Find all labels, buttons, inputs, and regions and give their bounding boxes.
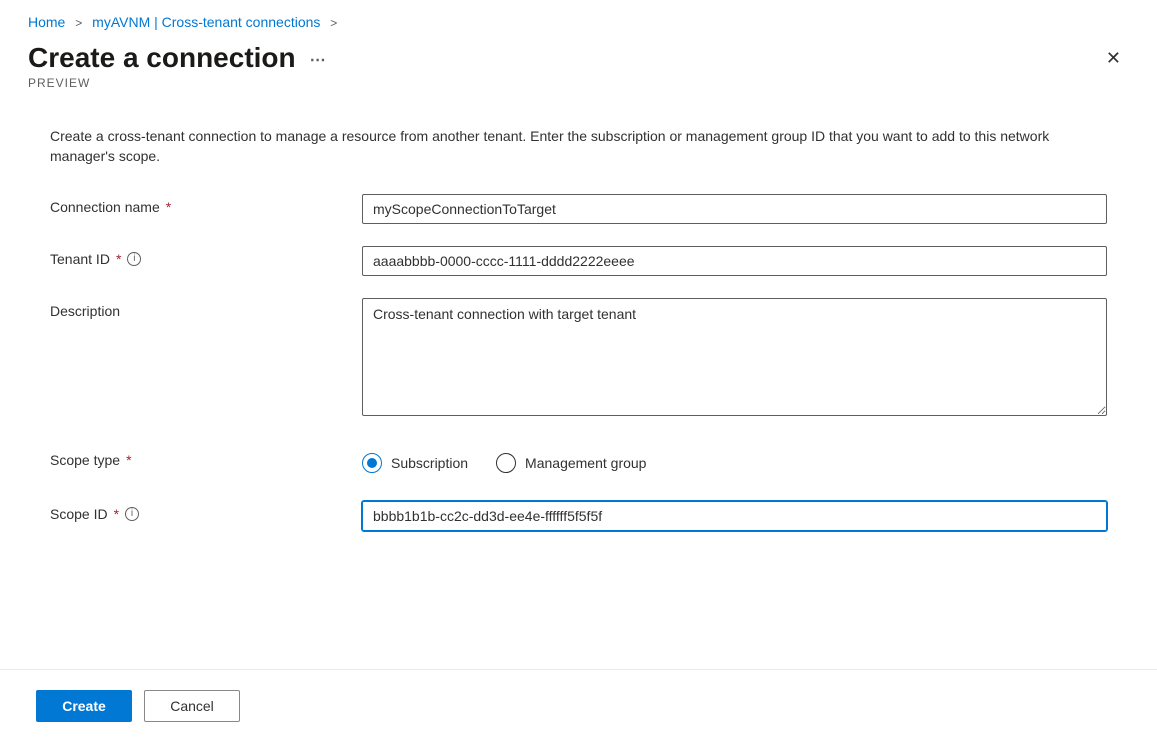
- footer: Create Cancel: [0, 669, 1157, 742]
- radio-subscription-label: Subscription: [391, 455, 468, 471]
- close-icon[interactable]: ✕: [1106, 42, 1129, 69]
- required-asterisk: *: [126, 452, 131, 468]
- chevron-right-icon: >: [75, 16, 82, 30]
- breadcrumb: Home > myAVNM | Cross-tenant connections…: [0, 0, 1157, 38]
- scope-id-input[interactable]: [362, 501, 1107, 531]
- info-icon[interactable]: i: [125, 507, 139, 521]
- label-connection-name: Connection name: [50, 199, 160, 215]
- row-tenant-id: Tenant ID * i: [50, 246, 1107, 276]
- radio-subscription[interactable]: Subscription: [362, 453, 468, 473]
- chevron-right-icon: >: [330, 16, 337, 30]
- required-asterisk: *: [166, 199, 171, 215]
- radio-selected-icon: [362, 453, 382, 473]
- required-asterisk: *: [116, 251, 121, 267]
- form-content: Create a cross-tenant connection to mana…: [0, 90, 1157, 531]
- row-connection-name: Connection name *: [50, 194, 1107, 224]
- page-header: Create a connection ⋯ PREVIEW ✕: [0, 38, 1157, 90]
- page-title: Create a connection: [28, 42, 296, 74]
- more-icon[interactable]: ⋯: [310, 47, 327, 69]
- label-description: Description: [50, 303, 120, 319]
- tenant-id-input[interactable]: [362, 246, 1107, 276]
- required-asterisk: *: [114, 506, 119, 522]
- intro-text: Create a cross-tenant connection to mana…: [50, 126, 1107, 166]
- connection-name-input[interactable]: [362, 194, 1107, 224]
- radio-management-group[interactable]: Management group: [496, 453, 646, 473]
- breadcrumb-parent[interactable]: myAVNM | Cross-tenant connections: [92, 14, 320, 30]
- row-scope-id: Scope ID * i: [50, 501, 1107, 531]
- row-scope-type: Scope type * Subscription Management gro…: [50, 447, 1107, 473]
- radio-unselected-icon: [496, 453, 516, 473]
- description-input[interactable]: Cross-tenant connection with target tena…: [362, 298, 1107, 416]
- create-button[interactable]: Create: [36, 690, 132, 722]
- label-tenant-id: Tenant ID: [50, 251, 110, 267]
- info-icon[interactable]: i: [127, 252, 141, 266]
- radio-management-group-label: Management group: [525, 455, 646, 471]
- preview-label: PREVIEW: [28, 76, 327, 90]
- cancel-button[interactable]: Cancel: [144, 690, 240, 722]
- label-scope-id: Scope ID: [50, 506, 108, 522]
- breadcrumb-home[interactable]: Home: [28, 14, 65, 30]
- label-scope-type: Scope type: [50, 452, 120, 468]
- row-description: Description Cross-tenant connection with…: [50, 298, 1107, 419]
